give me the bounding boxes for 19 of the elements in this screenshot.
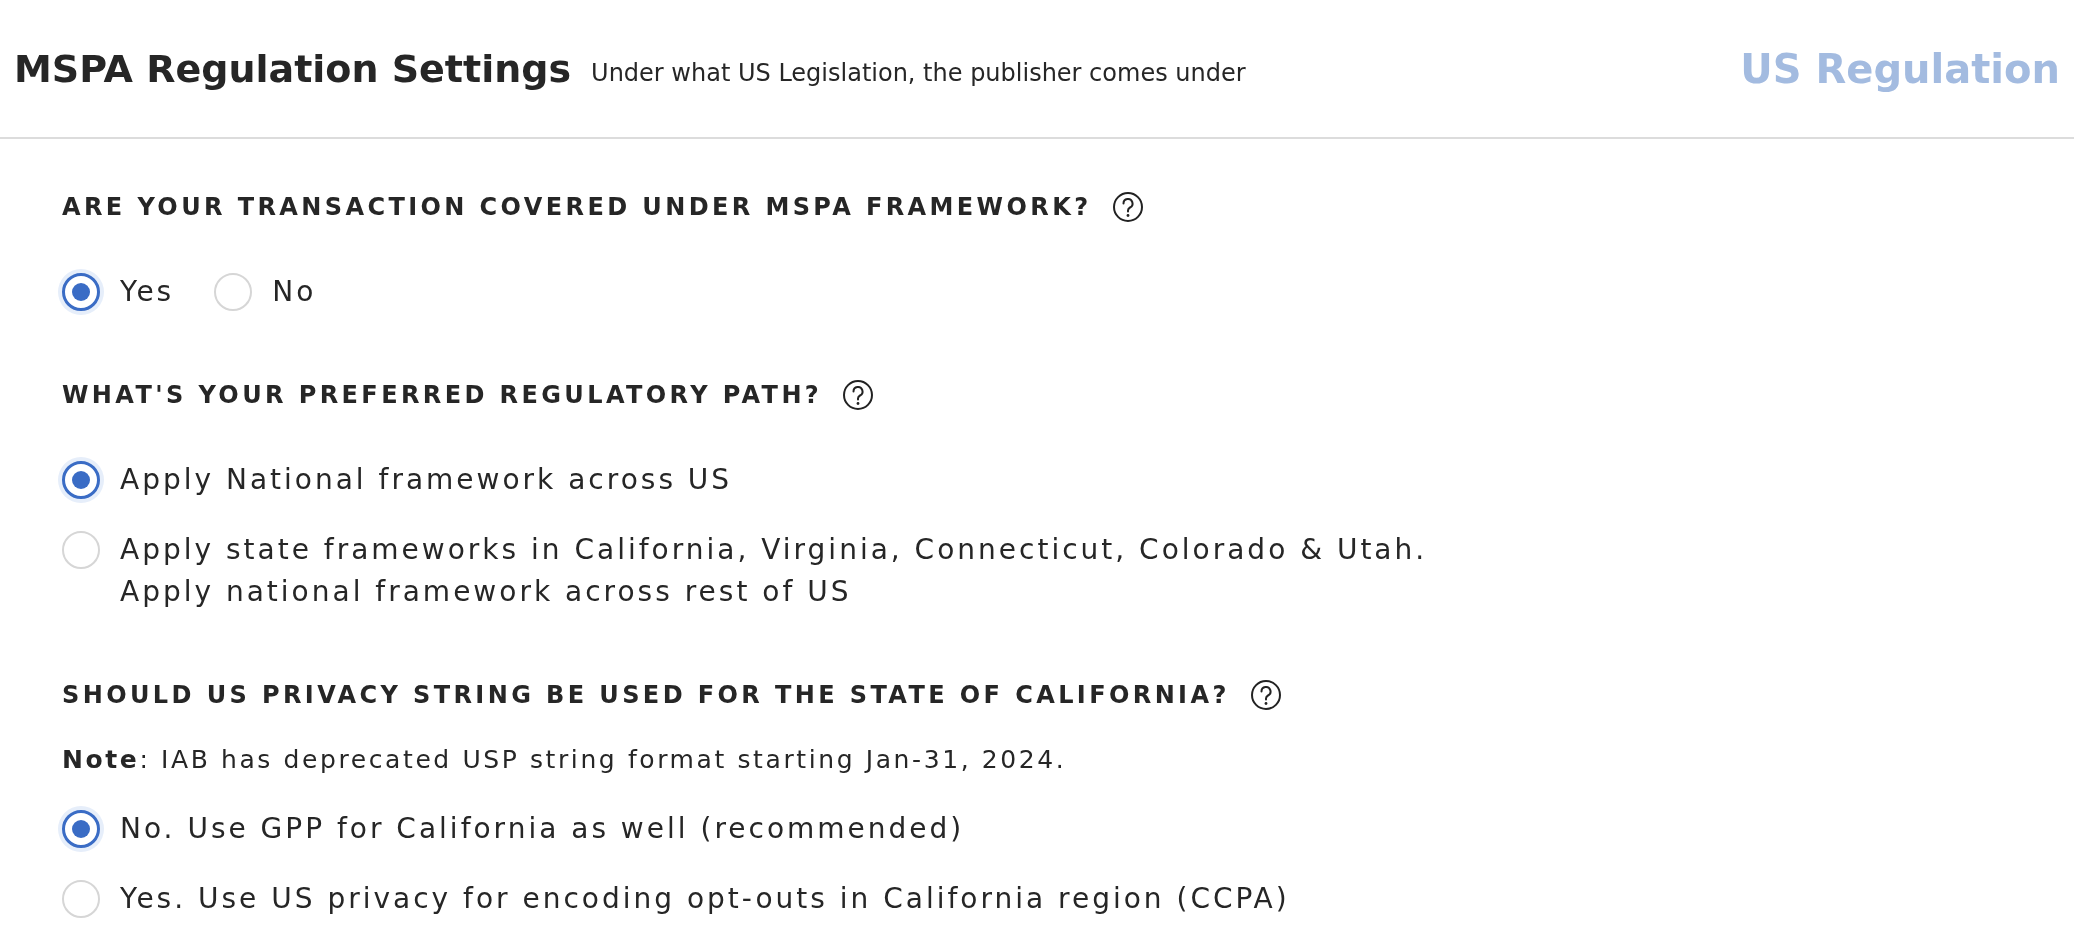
radio-button[interactable] — [62, 461, 100, 499]
help-icon[interactable] — [1249, 679, 1282, 711]
option-label: Apply state frameworks in California, Virginia, Connecticut, Colorado & Utah. Apply national framework across rest of US — [120, 532, 1428, 610]
radio-button[interactable] — [62, 273, 100, 311]
page-title: MSPA Regulation Settings — [14, 46, 572, 91]
note-text: Note: IAB has deprecated USP string format starting Jan-31, 2024. — [62, 745, 1068, 774]
option-label: Apply National framework across US — [120, 462, 733, 498]
option-label: Yes — [120, 274, 175, 310]
help-icon[interactable] — [1111, 191, 1144, 223]
page-subtitle: Under what US Legislation, the publisher comes under — [591, 58, 1246, 87]
radio-button[interactable] — [62, 810, 100, 848]
question-heading: ARE YOUR TRANSACTION COVERED UNDER MSPA FRAMEWORK? — [62, 193, 1092, 221]
option-label: No — [272, 274, 317, 310]
option-label: Yes. Use US privacy for encoding opt-outs in California region (CCPA) — [120, 881, 1290, 917]
question-heading: WHAT'S YOUR PREFERRED REGULATORY PATH? — [62, 381, 823, 409]
question-heading: SHOULD US PRIVACY STRING BE USED FOR THE STATE OF CALIFORNIA? — [62, 681, 1230, 709]
option-label: No. Use GPP for California as well (recommended) — [120, 811, 965, 847]
regulation-label: US Regulation — [1740, 45, 2060, 92]
help-icon[interactable] — [842, 379, 875, 411]
